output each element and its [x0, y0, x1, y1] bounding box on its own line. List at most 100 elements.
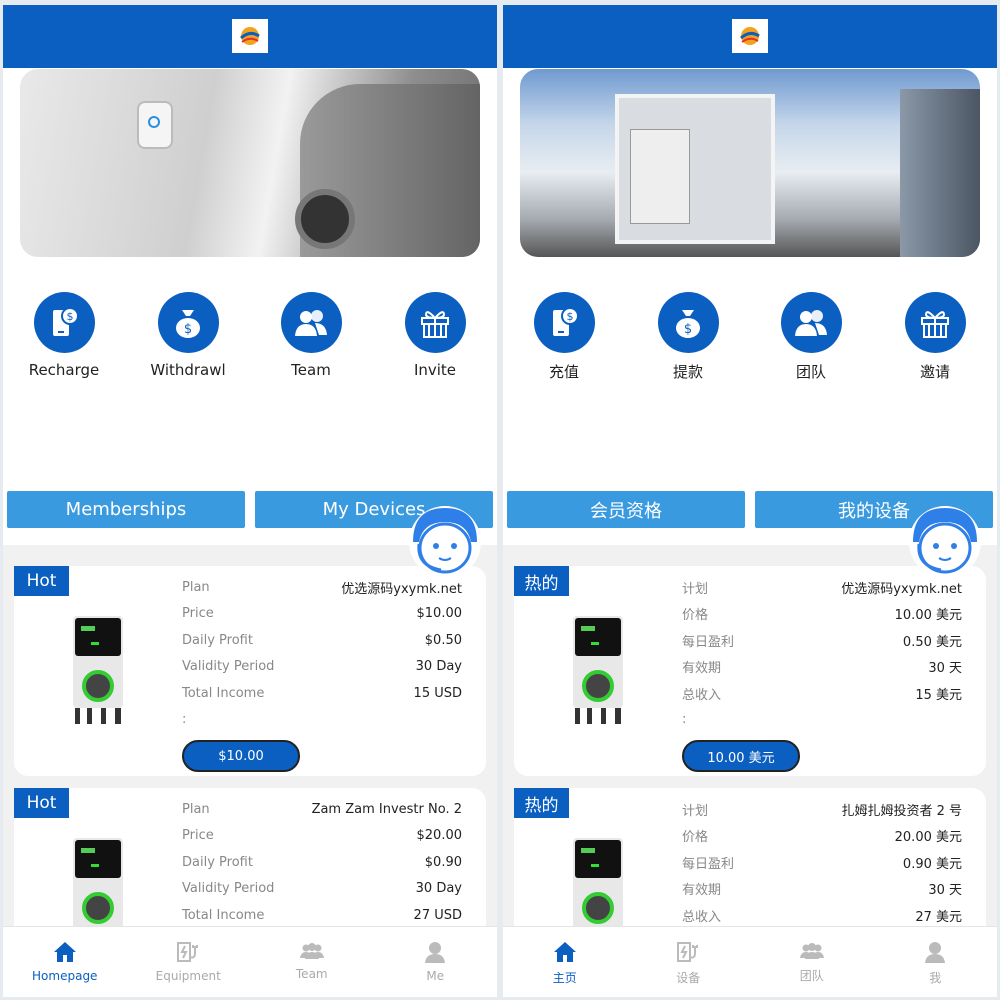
svg-text:$: $	[184, 322, 192, 337]
detail-row: 每日盈利 0.50 美元	[682, 627, 962, 654]
customer-service-icon[interactable]	[405, 500, 485, 580]
user-icon	[374, 941, 498, 963]
home-icon	[3, 941, 127, 963]
detail-row: Plan Zam Zam Investr No. 2	[182, 796, 462, 823]
buy-button[interactable]: 10.00 美元	[682, 740, 800, 772]
detail-value: 优选源码yxymk.net	[341, 581, 462, 597]
hot-badge: Hot	[14, 788, 69, 818]
quick-action-withdraw[interactable]: $ 提款	[633, 292, 743, 382]
detail-value: 15 美元	[915, 687, 962, 703]
detail-value: 20.00 美元	[894, 830, 962, 846]
detail-label: 计划	[682, 803, 709, 819]
detail-row: 总收入 15 美元	[682, 680, 962, 707]
plan-card: 热的 计划 优选源码yxymk.net 价格 10.00 美元 每日盈利 0.50 美元 有效…	[514, 566, 986, 776]
user-icon	[874, 941, 998, 963]
detail-value: 30 Day	[415, 881, 462, 897]
memberships-button[interactable]: 会员资格	[507, 491, 745, 528]
plan-details: 计划 扎姆扎姆投资者 2 号价格 20.00 美元 每日盈利 0.90 美元 有效期 30 …	[682, 796, 962, 929]
bottom-nav: Homepage Equipment Team Me	[3, 926, 497, 997]
detail-row: Daily Profit $0.50	[182, 627, 462, 654]
hot-badge: Hot	[14, 566, 69, 596]
quick-action-team[interactable]: 团队	[756, 292, 866, 382]
charger-icon	[627, 941, 751, 963]
money-bag-icon: $	[157, 292, 219, 353]
quick-action-invite[interactable]: 邀请	[880, 292, 990, 382]
nav-me[interactable]: Me	[374, 927, 498, 997]
customer-service-icon[interactable]	[905, 500, 985, 580]
detail-row: 每日盈利 0.90 美元	[682, 849, 962, 876]
team-icon	[250, 941, 374, 961]
svg-text:$: $	[67, 310, 74, 323]
nav-home[interactable]: Homepage	[3, 927, 127, 997]
phone-dollar-icon: $	[533, 292, 595, 353]
detail-row: Validity Period 30 Day	[182, 654, 462, 681]
detail-row: 价格 20.00 美元	[682, 823, 962, 850]
detail-row: :	[182, 707, 462, 734]
detail-label: Validity Period	[182, 659, 275, 675]
detail-value: 优选源码yxymk.net	[841, 581, 962, 597]
nav-label: 设备	[676, 971, 701, 985]
nav-home[interactable]: 主页	[503, 927, 627, 997]
detail-row: 价格 10.00 美元	[682, 601, 962, 628]
quick-action-recharge[interactable]: $ Recharge	[9, 292, 119, 379]
detail-value: $10.00	[416, 606, 463, 622]
detail-row: Price $20.00	[182, 823, 462, 850]
quick-action-team[interactable]: Team	[256, 292, 366, 379]
detail-label: 每日盈利	[682, 634, 735, 650]
phone-dollar-icon: $	[33, 292, 95, 353]
team-icon	[780, 292, 842, 353]
banner-image[interactable]	[20, 69, 480, 257]
quick-action-withdraw[interactable]: $ Withdrawl	[133, 292, 243, 379]
team-icon	[750, 941, 874, 961]
detail-label: 总收入	[682, 687, 722, 703]
detail-label: 计划	[682, 581, 709, 597]
header-bar	[503, 5, 997, 68]
quick-actions: $ Recharge $ Withdrawl Team Invite	[3, 292, 497, 382]
quick-action-label: 充值	[548, 363, 579, 381]
quick-action-recharge[interactable]: $ 充值	[509, 292, 619, 382]
plan-details: Plan 优选源码yxymk.net Price $10.00 Daily Profit…	[182, 574, 462, 733]
buy-button[interactable]: $10.00	[182, 740, 300, 772]
nav-team[interactable]: 团队	[750, 927, 874, 997]
quick-action-label: Withdrawl	[150, 361, 226, 379]
banner-image[interactable]	[520, 69, 980, 257]
detail-label: Total Income	[182, 907, 265, 923]
detail-value: 扎姆扎姆投资者 2 号	[841, 803, 962, 819]
detail-value: 27 美元	[915, 909, 962, 925]
memberships-button[interactable]: Memberships	[7, 491, 245, 528]
plan-list[interactable]: 热的 计划 优选源码yxymk.net 价格 10.00 美元 每日盈利 0.50 美元 有效…	[503, 545, 997, 997]
hot-badge: 热的	[514, 566, 569, 596]
detail-label: :	[682, 712, 687, 728]
phone-screen-chinese: $ 充值 $ 提款 团队 邀请 会员资格 我的设备 热的 计划 优选源码yxymk.net 价格 10.…	[503, 5, 997, 997]
nav-me[interactable]: 我	[874, 927, 998, 997]
quick-action-invite[interactable]: Invite	[380, 292, 490, 379]
detail-label: 价格	[682, 830, 709, 846]
hot-badge: 热的	[514, 788, 569, 818]
quick-action-label: Team	[291, 361, 331, 379]
money-bag-icon: $	[657, 292, 719, 353]
detail-row: :	[682, 707, 962, 734]
detail-value: 15 USD	[413, 685, 462, 701]
detail-label: 有效期	[682, 661, 722, 677]
header-bar	[3, 5, 497, 68]
detail-value: 0.90 美元	[902, 856, 962, 872]
plan-card: Hot Plan 优选源码yxymk.net Price $10.00 Daily Pro…	[14, 566, 486, 776]
nav-equipment[interactable]: 设备	[627, 927, 751, 997]
detail-row: 有效期 30 天	[682, 654, 962, 681]
detail-value: 30 Day	[415, 659, 462, 675]
nav-label: Me	[426, 969, 445, 983]
nav-team[interactable]: Team	[250, 927, 374, 997]
quick-action-label: 邀请	[919, 363, 950, 381]
detail-label: Daily Profit	[182, 632, 253, 648]
detail-label: Price	[182, 828, 214, 844]
detail-row: Total Income 15 USD	[182, 680, 462, 707]
plan-list[interactable]: Hot Plan 优选源码yxymk.net Price $10.00 Daily Pro…	[3, 545, 497, 997]
detail-label: Price	[182, 606, 214, 622]
charger-product-image	[71, 614, 125, 726]
nav-equipment[interactable]: Equipment	[127, 927, 251, 997]
plan-details: Plan Zam Zam Investr No. 2 Price $20.00 Dail…	[182, 796, 462, 929]
detail-row: Price $10.00	[182, 601, 462, 628]
detail-value: 10.00 美元	[894, 608, 962, 624]
phone-screen-english: $ Recharge $ Withdrawl Team Invite Memberships…	[3, 5, 497, 997]
quick-action-label: 团队	[795, 363, 826, 381]
